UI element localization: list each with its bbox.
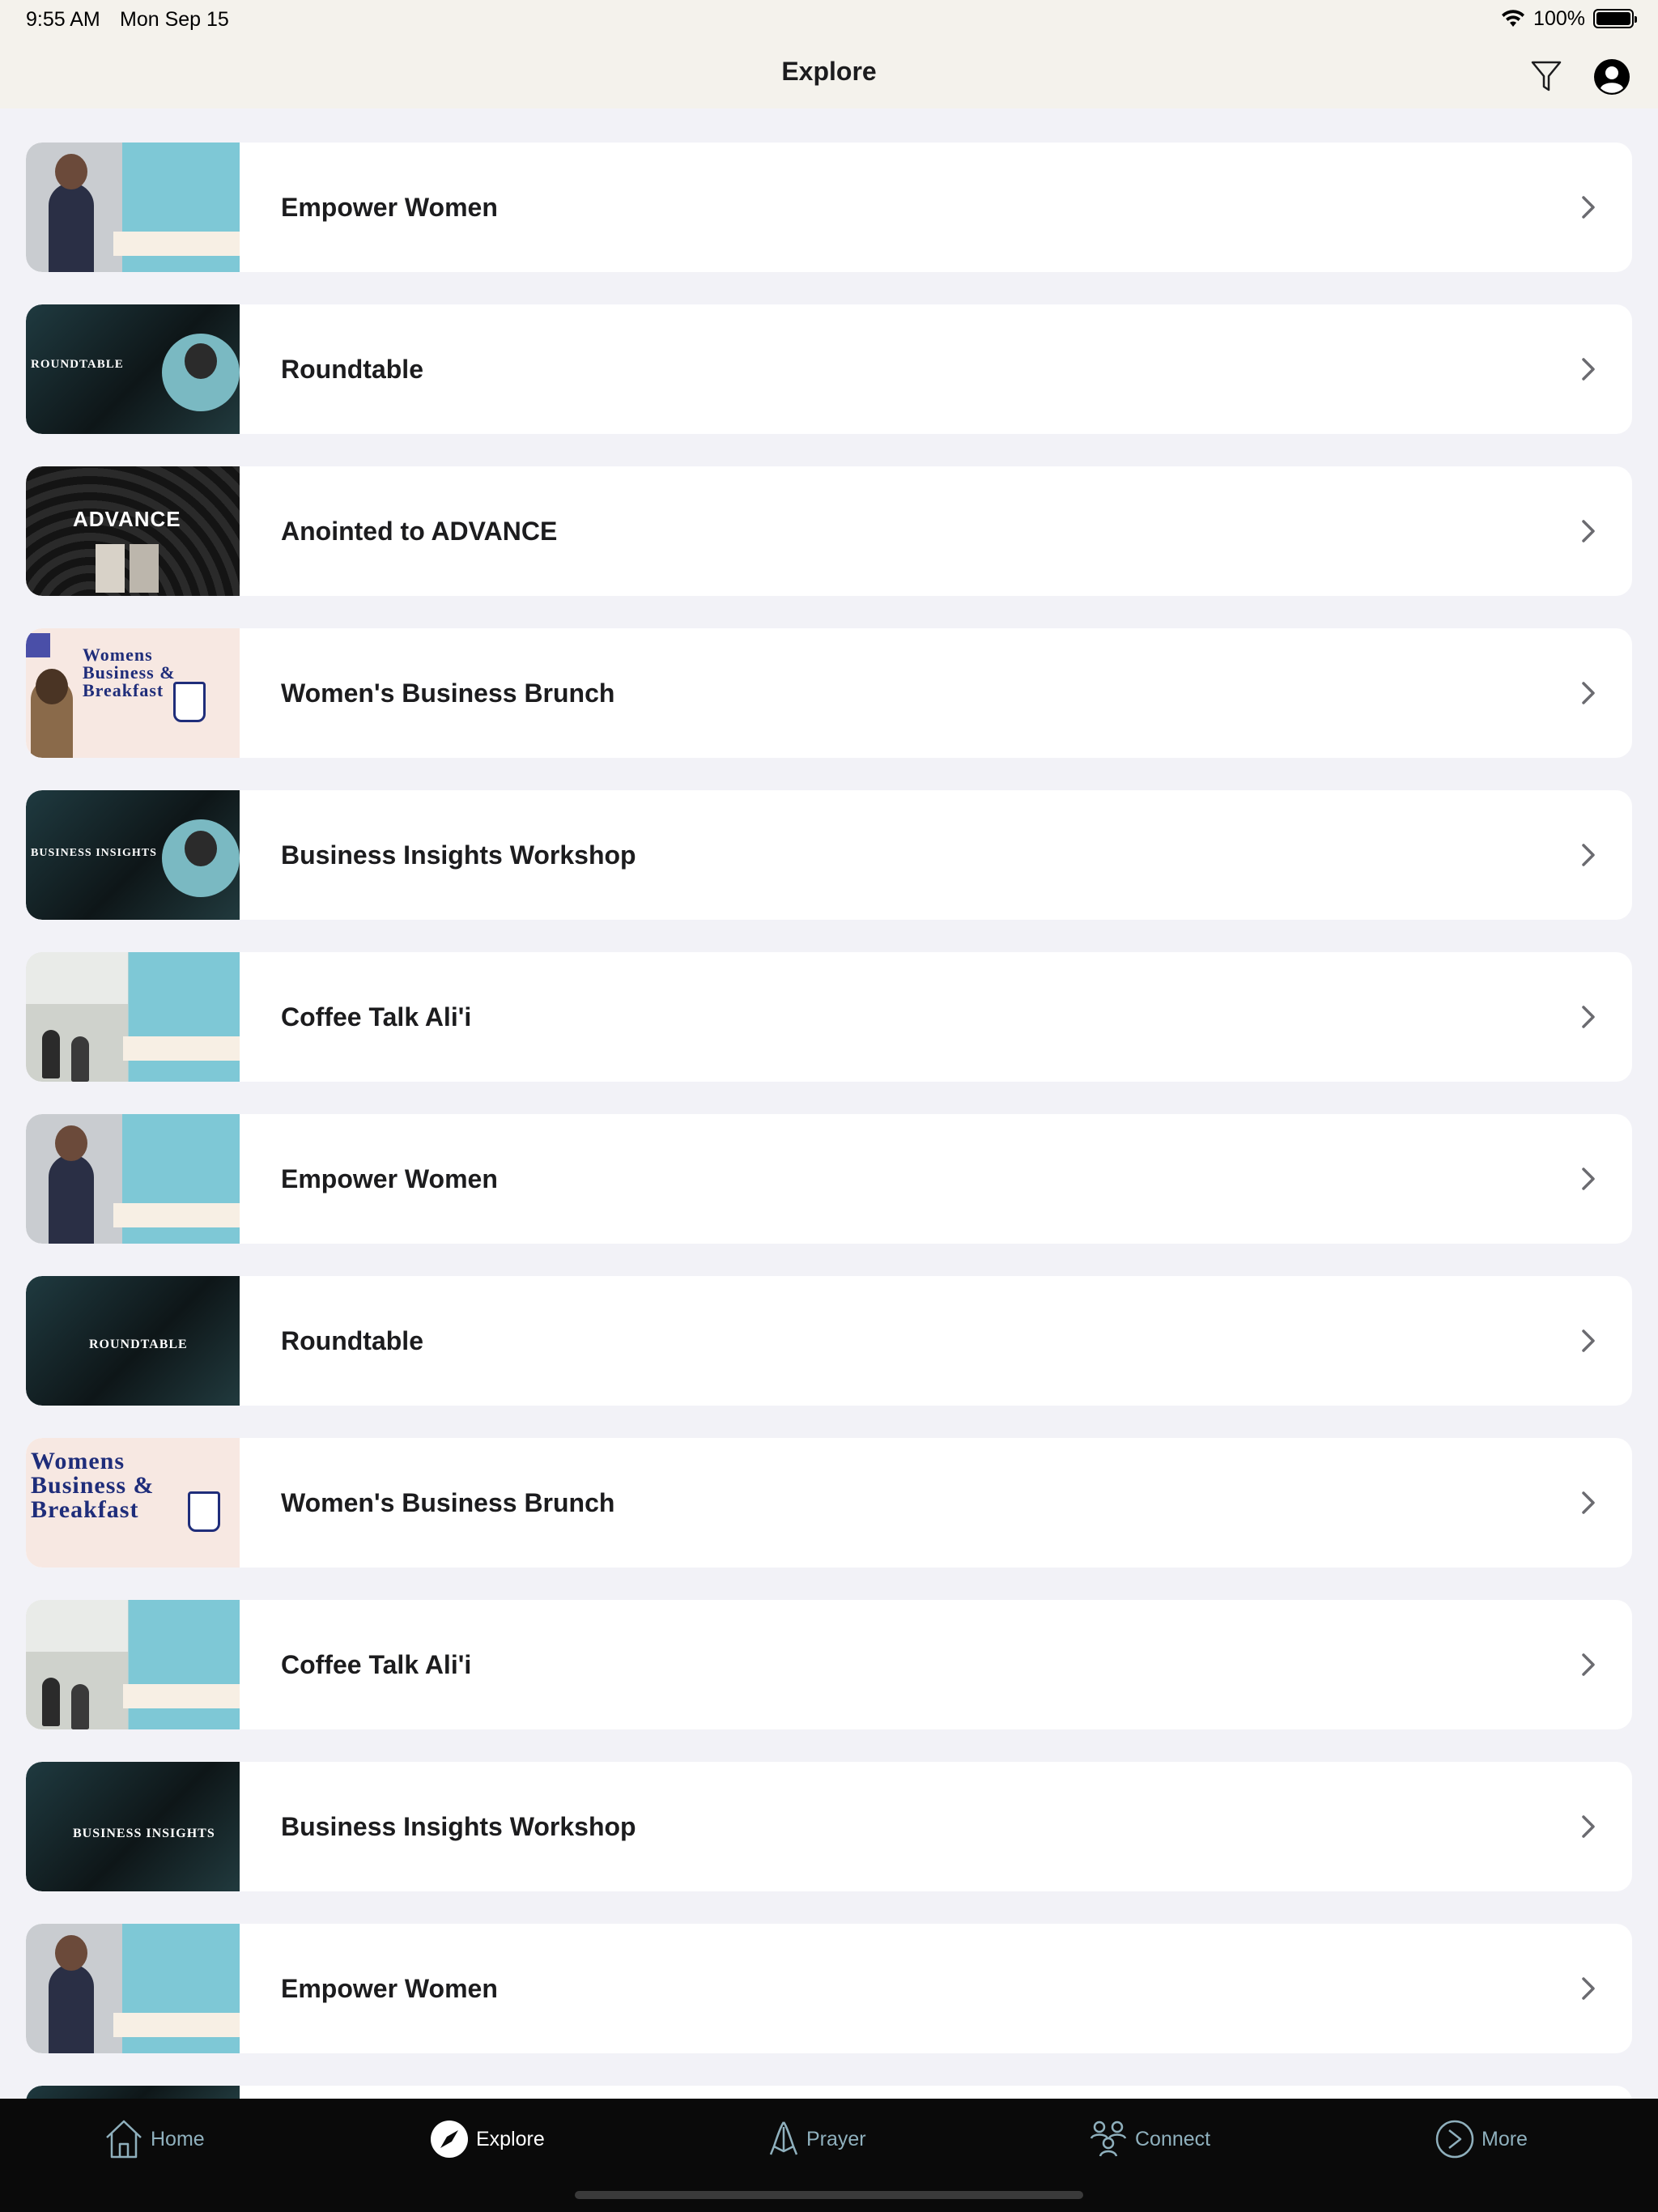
event-thumbnail: BUSINESS INSIGHTS: [26, 790, 240, 920]
profile-button[interactable]: [1593, 58, 1630, 96]
thumbnail-title: BUSINESS INSIGHTS: [73, 1827, 215, 1840]
status-date: Mon Sep 15: [120, 8, 229, 31]
status-time: 9:55 AM: [26, 8, 100, 31]
chevron-right-icon: [1582, 1815, 1595, 1838]
item-title: Empower Women: [281, 1163, 498, 1193]
tab-label: Prayer: [806, 2127, 866, 2150]
item-title: Roundtable: [281, 1325, 423, 1355]
chevron-right-icon: [1582, 682, 1595, 704]
tab-label: Explore: [476, 2127, 545, 2150]
thumbnail-title: BUSINESS INSIGHTS: [31, 847, 157, 859]
list-item[interactable]: ROUNDTABLE Roundtable: [26, 1276, 1632, 1406]
thumbnail-title: ADVANCE: [73, 507, 181, 531]
event-thumbnail: [26, 1924, 240, 2053]
item-title: Empower Women: [281, 1973, 498, 2003]
event-thumbnail: [26, 952, 240, 1082]
event-thumbnail: [26, 1600, 240, 1729]
top-bar: 9:55 AM Mon Sep 15 100% Explore: [0, 0, 1658, 108]
thumbnail-title: ROUNDTABLE: [31, 358, 124, 371]
thumbnail-title: Womens Business & Breakfast: [31, 1448, 155, 1523]
praying-hands-icon: [769, 2121, 798, 2155]
list-item[interactable]: Coffee Talk Ali'i: [26, 952, 1632, 1082]
item-title: Empower Women: [281, 192, 498, 222]
event-thumbnail: Womens Business & Breakfast: [26, 628, 240, 758]
compass-icon: [431, 2121, 468, 2158]
event-list: Empower Women ROUNDTABLE Roundtable ADVA…: [26, 143, 1632, 2102]
chevron-right-icon: [1582, 1329, 1595, 1352]
people-icon: [1090, 2121, 1127, 2157]
chevron-right-icon: [1582, 358, 1595, 381]
thumbnail-title: ROUNDTABLE: [89, 1338, 188, 1351]
battery-percentage: 100%: [1533, 6, 1585, 30]
home-icon: [106, 2120, 142, 2159]
chevron-right-icon: [1582, 1006, 1595, 1028]
item-title: Coffee Talk Ali'i: [281, 1649, 472, 1679]
list-item[interactable]: BUSINESS INSIGHTS Business Insights Work…: [26, 1762, 1632, 1891]
tab-label: Home: [151, 2127, 205, 2150]
event-thumbnail: ROUNDTABLE: [26, 304, 240, 434]
filter-button[interactable]: [1528, 58, 1564, 94]
list-item[interactable]: Womens Business & Breakfast Women's Busi…: [26, 1438, 1632, 1568]
home-indicator[interactable]: [575, 2191, 1083, 2199]
wifi-icon: [1502, 10, 1525, 27]
event-thumbnail: Womens Business & Breakfast: [26, 1438, 240, 1568]
chevron-right-icon: [1582, 1491, 1595, 1514]
list-item[interactable]: Coffee Talk Ali'i: [26, 1600, 1632, 1729]
event-thumbnail: [26, 143, 240, 272]
profile-icon: [1594, 59, 1630, 95]
item-title: Roundtable: [281, 354, 423, 384]
event-thumbnail: BUSINESS INSIGHTS: [26, 1762, 240, 1891]
item-title: Anointed to ADVANCE: [281, 516, 558, 546]
list-item[interactable]: Womens Business & Breakfast Women's Busi…: [26, 628, 1632, 758]
list-item[interactable]: ADVANCE Anointed to ADVANCE: [26, 466, 1632, 596]
filter-icon: [1531, 61, 1562, 91]
tab-prayer[interactable]: Prayer: [767, 2115, 866, 2163]
chevron-right-icon: [1582, 196, 1595, 219]
tab-more[interactable]: More: [1435, 2115, 1528, 2163]
list-item[interactable]: Empower Women: [26, 1114, 1632, 1244]
chevron-right-icon: [1582, 1168, 1595, 1190]
chevron-right-icon: [1582, 520, 1595, 542]
item-title: Women's Business Brunch: [281, 1487, 615, 1517]
tab-home[interactable]: Home: [104, 2115, 205, 2163]
event-thumbnail: [26, 1114, 240, 1244]
tab-connect[interactable]: Connect: [1088, 2115, 1210, 2163]
chevron-right-icon: [1582, 844, 1595, 866]
event-thumbnail: ROUNDTABLE: [26, 1276, 240, 1406]
list-item[interactable]: BUSINESS INSIGHTS Business Insights Work…: [26, 790, 1632, 920]
list-item[interactable]: ROUNDTABLE Roundtable: [26, 304, 1632, 434]
item-title: Women's Business Brunch: [281, 678, 615, 708]
battery-icon: [1593, 9, 1637, 28]
item-title: Business Insights Workshop: [281, 840, 636, 870]
chevron-right-icon: [1582, 1653, 1595, 1676]
event-thumbnail: ADVANCE: [26, 466, 240, 596]
page-title: Explore: [781, 57, 877, 86]
status-indicators: 100%: [1501, 6, 1637, 31]
chevron-right-icon: [1582, 1977, 1595, 2000]
tab-label: Connect: [1135, 2127, 1211, 2150]
tab-explore[interactable]: Explore: [429, 2115, 545, 2163]
more-icon: [1435, 2120, 1474, 2159]
thumbnail-title: Womens Business & Breakfast: [83, 644, 176, 700]
item-title: Business Insights Workshop: [281, 1811, 636, 1841]
item-title: Coffee Talk Ali'i: [281, 1002, 472, 1032]
list-item[interactable]: Empower Women: [26, 1924, 1632, 2053]
list-item[interactable]: Empower Women: [26, 143, 1632, 272]
tab-label: More: [1482, 2127, 1528, 2150]
